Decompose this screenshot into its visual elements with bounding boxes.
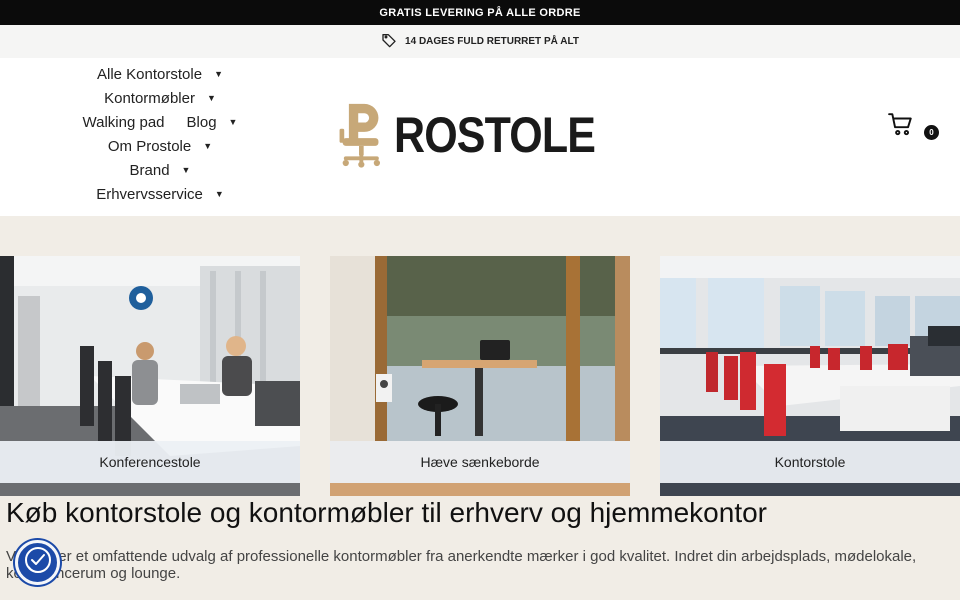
chevron-down-icon: ▼ <box>206 93 216 103</box>
nav-item-om-prostole[interactable]: Om Prostole ▼ <box>60 134 260 158</box>
chevron-down-icon: ▼ <box>228 117 238 127</box>
intro-paragraph: Vi tilbyder et omfattende udvalg af prof… <box>6 548 917 582</box>
announcement-text: GRATIS LEVERING PÅ ALLE ORDRE <box>379 6 581 19</box>
nav-item-walking-pad[interactable]: Walking pad <box>83 110 165 134</box>
nav-item-alle-kontorstole[interactable]: Alle Kontorstole ▼ <box>60 62 260 86</box>
nav-label: Om Prostole <box>107 137 192 155</box>
category-label: Hæve sænkeborde <box>330 441 630 483</box>
accessibility-button[interactable] <box>15 540 60 585</box>
nav-item-blog[interactable]: Blog ▼ <box>187 110 238 134</box>
tag-icon <box>381 32 397 51</box>
cart-icon <box>888 113 914 142</box>
announcement-bar: GRATIS LEVERING PÅ ALLE ORDRE <box>0 0 960 25</box>
chevron-down-icon: ▼ <box>214 69 223 79</box>
nav-item-brand[interactable]: Brand ▼ <box>60 158 260 182</box>
nav-label: Brand <box>129 161 170 179</box>
site-logo[interactable]: ROSTOLE <box>338 90 628 180</box>
chair-p-logo-icon <box>339 103 380 168</box>
category-card-konferencestole[interactable]: Konferencestole <box>0 256 300 496</box>
nav-label: Walking pad <box>82 113 165 131</box>
category-label: Konferencestole <box>0 441 300 483</box>
accessibility-check-icon <box>23 545 53 580</box>
chevron-down-icon: ▼ <box>203 141 213 151</box>
category-cards: Konferencestole Hæve sænkeborde Kontorst… <box>0 256 960 496</box>
nav-label: Kontormøbler <box>104 89 195 107</box>
nav-item-erhvervsservice[interactable]: Erhvervsservice ▼ <box>60 182 260 206</box>
category-label: Kontorstole <box>660 441 960 483</box>
logo-wordmark: ROSTOLE <box>394 107 596 163</box>
return-policy-text: 14 DAGES FULD RETURRET PÅ ALT <box>405 36 579 47</box>
nav-label: Alle Kontorstole <box>97 65 203 83</box>
nav-item-kontormobler[interactable]: Kontormøbler ▼ <box>60 86 260 110</box>
nav-row: Walking pad Blog ▼ <box>60 110 260 134</box>
main-navigation: Alle Kontorstole ▼ Kontormøbler ▼ Walking … <box>60 62 260 206</box>
cart-count-badge: 0 <box>924 125 939 140</box>
site-header: Alle Kontorstole ▼ Kontormøbler ▼ Walking … <box>0 58 960 216</box>
page-headline: Køb kontorstole og kontormøbler til erhv… <box>6 497 767 528</box>
nav-label: Blog <box>186 113 217 131</box>
nav-label: Erhvervsservice <box>96 185 203 203</box>
cart-button[interactable]: 0 <box>888 112 948 142</box>
return-policy-bar: 14 DAGES FULD RETURRET PÅ ALT <box>0 25 960 58</box>
chevron-down-icon: ▼ <box>214 189 224 199</box>
chevron-down-icon: ▼ <box>181 165 191 175</box>
category-card-haeve-saenkeborde[interactable]: Hæve sænkeborde <box>330 256 630 496</box>
category-card-kontorstole[interactable]: Kontorstole <box>660 256 960 496</box>
